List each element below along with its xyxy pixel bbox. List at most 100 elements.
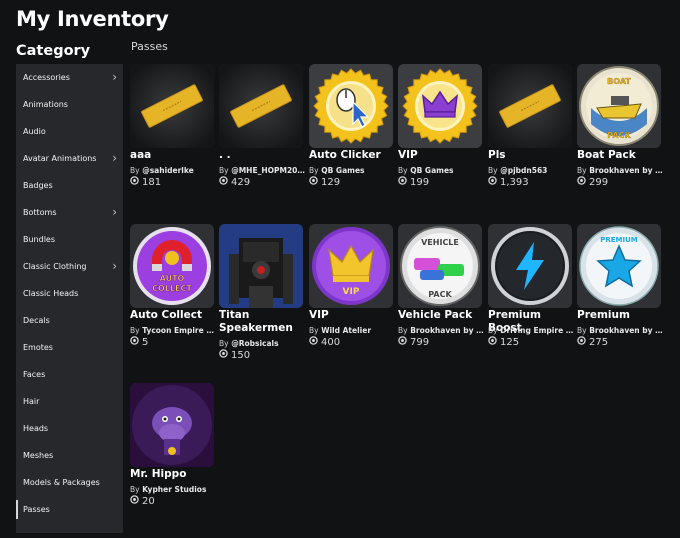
item-card[interactable]: VIP VIP By Wild Atelier 400 bbox=[308, 224, 394, 379]
sidebar-item-meshes[interactable]: Meshes bbox=[16, 442, 123, 469]
creator-name[interactable]: @Robsicals bbox=[231, 339, 278, 348]
lightning-icon[interactable] bbox=[488, 224, 572, 308]
item-name[interactable]: Boat Pack bbox=[577, 149, 667, 162]
svg-text:VIP: VIP bbox=[343, 287, 360, 297]
item-creator: By @pjbdn563 bbox=[488, 166, 574, 175]
creator-name[interactable]: Brookhaven by V... bbox=[589, 166, 663, 175]
item-name[interactable]: VIP bbox=[398, 149, 488, 162]
item-name[interactable]: Mr. Hippo bbox=[130, 468, 220, 481]
creator-name[interactable]: QB Games bbox=[321, 166, 364, 175]
creator-name[interactable]: @pjbdn563 bbox=[500, 166, 547, 175]
item-card[interactable]: aaa By @sahiderlke 181 bbox=[129, 64, 215, 219]
sidebar-item-label: Audio bbox=[23, 127, 46, 136]
sidebar-item-faces[interactable]: Faces bbox=[16, 361, 123, 388]
svg-text:PACK: PACK bbox=[607, 131, 631, 140]
item-card[interactable]: . . By @MHE_HOPM201... 429 bbox=[218, 64, 305, 219]
item-name[interactable]: Vehicle Pack bbox=[398, 309, 488, 322]
sidebar-item-bottoms[interactable]: Bottoms › bbox=[16, 199, 123, 226]
item-card[interactable]: Auto Clicker By QB Games 129 bbox=[308, 64, 394, 219]
page-title: My Inventory bbox=[16, 7, 169, 31]
sidebar-item-decals[interactable]: Decals bbox=[16, 307, 123, 334]
creator-name[interactable]: @MHE_HOPM201... bbox=[231, 166, 305, 175]
crown-badge-icon[interactable] bbox=[398, 64, 482, 148]
sidebar-item-label: Meshes bbox=[23, 451, 54, 460]
hippo-icon[interactable] bbox=[130, 383, 214, 467]
item-card[interactable]: VEHICLE PACK Vehicle Pack By Brookhaven … bbox=[397, 224, 484, 379]
item-creator: By Tycoon Empire St... bbox=[130, 326, 216, 335]
creator-name[interactable]: Driving Empire b... bbox=[500, 326, 574, 335]
item-card[interactable]: Pls By @pjbdn563 1,393 bbox=[487, 64, 573, 219]
creator-name[interactable]: Brookhaven by V... bbox=[589, 326, 663, 335]
sidebar-item-hair[interactable]: Hair bbox=[16, 388, 123, 415]
vehicle-pack-icon[interactable]: VEHICLE PACK bbox=[398, 224, 482, 308]
boat-pack-icon[interactable]: BOAT PACK bbox=[577, 64, 661, 148]
sidebar-item-passes[interactable]: Passes bbox=[16, 496, 123, 523]
premium-star-icon[interactable]: PREMIUM bbox=[577, 224, 661, 308]
count-value: 5 bbox=[142, 336, 149, 348]
ticket-icon[interactable] bbox=[488, 64, 572, 148]
purple-crown-icon[interactable]: VIP bbox=[309, 224, 393, 308]
speakerman-icon[interactable] bbox=[219, 224, 303, 308]
sidebar-item-heads[interactable]: Heads bbox=[16, 415, 123, 442]
count-value: 181 bbox=[142, 176, 162, 188]
item-creator: By Brookhaven by V... bbox=[577, 326, 663, 335]
sidebar-item-label: Models & Packages bbox=[23, 478, 100, 487]
sidebar-item-emotes[interactable]: Emotes bbox=[16, 334, 123, 361]
item-name[interactable]: Premium bbox=[577, 309, 667, 322]
category-sidebar: Accessories › Animations Audio Avatar Animat… bbox=[16, 64, 123, 533]
robux-icon bbox=[309, 336, 318, 348]
sidebar-item-avatar-animations[interactable]: Avatar Animations › bbox=[16, 145, 123, 172]
count-value: 129 bbox=[321, 176, 341, 188]
item-card[interactable]: Titan Speakermen By @Robsicals 150 bbox=[218, 224, 304, 379]
auto-clicker-icon[interactable] bbox=[309, 64, 393, 148]
count-value: 125 bbox=[500, 336, 520, 348]
robux-icon bbox=[398, 336, 407, 348]
item-name[interactable]: VIP bbox=[309, 309, 399, 322]
item-card[interactable]: VIP By QB Games 199 bbox=[397, 64, 483, 219]
item-card[interactable]: AUTO COLLECT Auto Collect By Tycoon Empi… bbox=[129, 224, 216, 379]
item-count: 181 bbox=[130, 176, 161, 188]
item-card[interactable]: BOAT PACK Boat Pack By Brookhaven by V..… bbox=[576, 64, 663, 219]
magnet-icon[interactable]: AUTO COLLECT bbox=[130, 224, 214, 308]
creator-name[interactable]: Tycoon Empire St... bbox=[142, 326, 216, 335]
sidebar-item-classic-clothing[interactable]: Classic Clothing › bbox=[16, 253, 123, 280]
robux-icon bbox=[130, 336, 139, 348]
category-heading: Category bbox=[16, 43, 91, 59]
ticket-icon[interactable] bbox=[219, 64, 303, 148]
svg-text:AUTO: AUTO bbox=[160, 274, 185, 283]
item-name[interactable]: Auto Collect bbox=[130, 309, 220, 322]
item-name[interactable]: Auto Clicker bbox=[309, 149, 399, 162]
sidebar-item-animations[interactable]: Animations bbox=[16, 91, 123, 118]
item-card[interactable]: PREMIUM Premium By Brookhaven by V... 27… bbox=[576, 224, 663, 379]
sidebar-item-audio[interactable]: Audio bbox=[16, 118, 123, 145]
count-value: 275 bbox=[589, 336, 609, 348]
svg-text:BOAT: BOAT bbox=[607, 77, 631, 86]
item-name[interactable]: aaa bbox=[130, 149, 220, 162]
item-creator: By Driving Empire b... bbox=[488, 326, 574, 335]
item-count: 799 bbox=[398, 336, 429, 348]
sidebar-item-bundles[interactable]: Bundles bbox=[16, 226, 123, 253]
sidebar-item-label: Decals bbox=[23, 316, 50, 325]
sidebar-item-accessories[interactable]: Accessories › bbox=[16, 64, 123, 91]
creator-name[interactable]: Brookhaven by V... bbox=[410, 326, 484, 335]
sidebar-item-models-packages[interactable]: Models & Packages bbox=[16, 469, 123, 496]
creator-name[interactable]: QB Games bbox=[410, 166, 453, 175]
item-card[interactable]: Mr. Hippo By Kypher Studios 20 bbox=[129, 383, 215, 538]
robux-icon bbox=[488, 336, 497, 348]
creator-name[interactable]: @sahiderlke bbox=[142, 166, 194, 175]
creator-name[interactable]: Kypher Studios bbox=[142, 485, 206, 494]
item-card[interactable]: Premium Boost By Driving Empire b... 125 bbox=[487, 224, 574, 379]
by-label: By bbox=[398, 166, 408, 175]
creator-name[interactable]: Wild Atelier bbox=[321, 326, 371, 335]
svg-text:PACK: PACK bbox=[428, 290, 452, 299]
sidebar-item-classic-heads[interactable]: Classic Heads bbox=[16, 280, 123, 307]
item-name[interactable]: . . bbox=[219, 149, 309, 162]
item-name[interactable]: Titan Speakermen bbox=[219, 309, 309, 335]
item-count: 20 bbox=[130, 495, 155, 507]
chevron-right-icon: › bbox=[112, 259, 117, 273]
item-name[interactable]: Pls bbox=[488, 149, 578, 162]
sidebar-item-label: Avatar Animations bbox=[23, 154, 97, 163]
sidebar-item-label: Accessories bbox=[23, 73, 70, 82]
sidebar-item-badges[interactable]: Badges bbox=[16, 172, 123, 199]
ticket-icon[interactable] bbox=[130, 64, 214, 148]
